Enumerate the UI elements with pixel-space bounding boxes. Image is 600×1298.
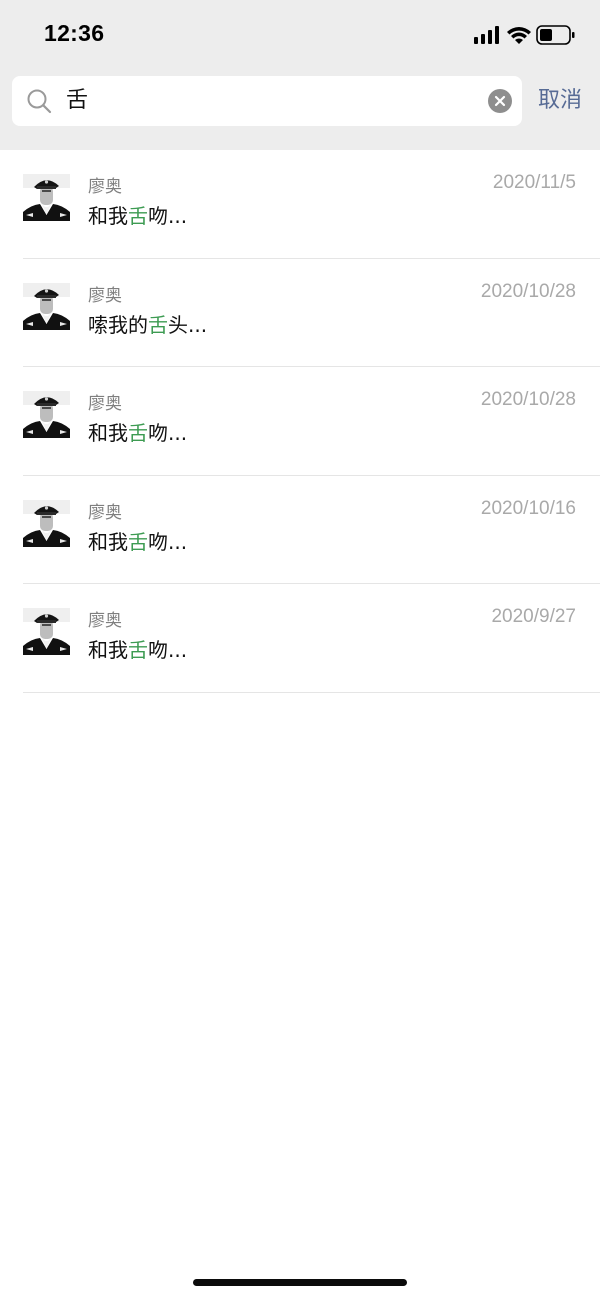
avatar bbox=[23, 391, 70, 439]
message-snippet: 和我舌吻... bbox=[88, 638, 188, 663]
search-result-row[interactable]: 廖奥 2020/9/27 和我舌吻... bbox=[0, 584, 600, 693]
battery-icon bbox=[536, 25, 575, 45]
sender-name: 廖奥 bbox=[88, 502, 122, 523]
sender-name: 廖奥 bbox=[88, 611, 122, 632]
highlighted-term: 舌 bbox=[148, 312, 168, 337]
search-bar: 取消 bbox=[0, 70, 600, 150]
status-bar: 12:36 bbox=[0, 0, 600, 70]
divider bbox=[23, 691, 600, 693]
message-date: 2020/11/5 bbox=[492, 172, 576, 193]
search-box[interactable] bbox=[12, 76, 522, 126]
highlighted-term: 舌 bbox=[128, 638, 148, 663]
status-time: 12:36 bbox=[44, 20, 105, 46]
avatar bbox=[23, 174, 70, 221]
search-result-row[interactable]: 廖奥 2020/10/28 嗦我的舌头... bbox=[0, 259, 600, 368]
sender-name: 廖奥 bbox=[88, 394, 122, 415]
avatar bbox=[23, 282, 70, 330]
highlighted-term: 舌 bbox=[128, 529, 148, 554]
search-result-row[interactable]: 廖奥 2020/11/5 和我舌吻... bbox=[0, 150, 600, 259]
clear-icon[interactable] bbox=[488, 89, 512, 113]
sender-name: 廖奥 bbox=[88, 285, 122, 306]
sender-name: 廖奥 bbox=[88, 177, 122, 197]
cancel-button[interactable]: 取消 bbox=[538, 84, 594, 118]
avatar bbox=[23, 499, 70, 547]
highlighted-term: 舌 bbox=[128, 421, 148, 446]
search-input[interactable] bbox=[66, 84, 476, 118]
message-snippet: 和我舌吻... bbox=[88, 421, 188, 446]
wifi-icon bbox=[507, 27, 531, 44]
search-icon bbox=[27, 89, 52, 114]
message-date: 2020/10/16 bbox=[480, 497, 576, 519]
avatar bbox=[23, 608, 70, 656]
message-snippet: 和我舌吻... bbox=[88, 529, 188, 554]
search-result-row[interactable]: 廖奥 2020/10/28 和我舌吻... bbox=[0, 367, 600, 476]
message-date: 2020/10/28 bbox=[480, 280, 576, 302]
search-result-row[interactable]: 廖奥 2020/10/16 和我舌吻... bbox=[0, 476, 600, 585]
message-snippet: 和我舌吻... bbox=[88, 204, 188, 228]
highlighted-term: 舌 bbox=[128, 204, 148, 228]
search-results-list: 廖奥 2020/11/5 和我舌吻... 廖奥 2020/10/28 嗦我的舌头… bbox=[0, 150, 600, 693]
home-indicator bbox=[193, 1279, 407, 1286]
message-date: 2020/10/28 bbox=[480, 389, 576, 411]
cellular-signal-icon bbox=[474, 26, 499, 44]
message-date: 2020/9/27 bbox=[491, 606, 576, 628]
message-snippet: 嗦我的舌头... bbox=[88, 312, 208, 337]
